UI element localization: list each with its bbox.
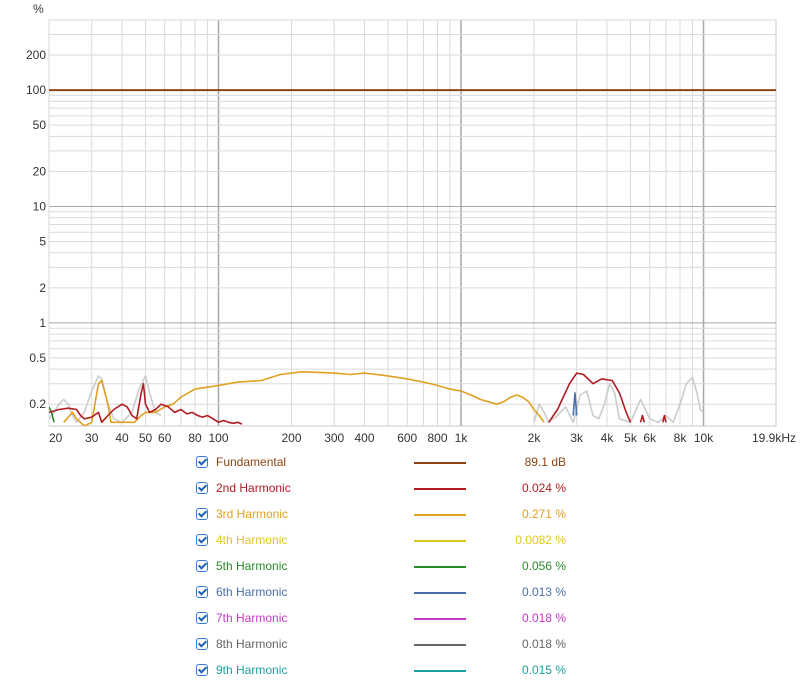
- y-tick-label: 2: [39, 281, 46, 295]
- checkbox-icon[interactable]: [196, 508, 208, 520]
- legend-row-9th-harmonic[interactable]: 9th Harmonic 0.015 %: [194, 660, 614, 686]
- y-axis-label: %: [33, 2, 44, 16]
- legend-swatch: [414, 514, 466, 516]
- x-tick-label: 10k: [694, 431, 714, 445]
- x-tick-label: 3k: [570, 431, 584, 445]
- x-tick-label: 200: [281, 431, 301, 445]
- legend-row-3rd-harmonic[interactable]: 3rd Harmonic 0.271 %: [194, 504, 614, 530]
- legend-label: 2nd Harmonic: [216, 481, 291, 495]
- legend-value: 0.056 %: [521, 559, 566, 573]
- legend-swatch: [414, 488, 466, 490]
- legend-swatch: [414, 644, 466, 646]
- legend-value: 0.015 %: [521, 663, 566, 677]
- legend-value: 89.1 dB: [524, 455, 566, 469]
- legend-swatch: [414, 592, 466, 594]
- legend-label: 7th Harmonic: [216, 611, 288, 625]
- x-tick-label: 30: [85, 431, 99, 445]
- legend-label: 8th Harmonic: [216, 637, 288, 651]
- y-tick-label: 200: [26, 48, 46, 62]
- checkbox-icon[interactable]: [196, 612, 208, 624]
- legend-swatch: [414, 566, 466, 568]
- x-tick-label: 20: [49, 431, 63, 445]
- plot-area: [48, 19, 777, 427]
- checkbox-icon[interactable]: [196, 456, 208, 468]
- legend: Fundamental 89.1 dB 2nd Harmonic 0.024 %…: [194, 452, 614, 686]
- y-tick-label: 5: [39, 235, 46, 249]
- y-tick-label: 0.2: [29, 397, 46, 411]
- x-tick-label: 19.9kHz: [752, 431, 796, 445]
- legend-row-fundamental[interactable]: Fundamental 89.1 dB: [194, 452, 614, 478]
- y-tick-label: 20: [33, 164, 47, 178]
- checkbox-icon[interactable]: [196, 586, 208, 598]
- legend-value: 0.271 %: [521, 507, 566, 521]
- harmonic-distortion-chart: 20 30 40 50 60 80 100 200 300 400 600 800 1k 2k 3k 4k 5k…: [26, 2, 796, 445]
- legend-label: 5th Harmonic: [216, 559, 288, 573]
- y-tick-label: 100: [26, 83, 46, 97]
- legend-value: 0.013 %: [521, 585, 566, 599]
- legend-label: 4th Harmonic: [216, 533, 288, 547]
- y-tick-label: 1: [39, 316, 46, 330]
- legend-row-4th-harmonic[interactable]: 4th Harmonic 0.0082 %: [194, 530, 614, 556]
- x-tick-label: 4k: [601, 431, 615, 445]
- x-tick-label: 600: [397, 431, 417, 445]
- legend-label: 9th Harmonic: [216, 663, 288, 677]
- x-tick-label: 2k: [528, 431, 542, 445]
- y-tick-label: 0.5: [29, 351, 46, 365]
- x-tick-label: 80: [188, 431, 202, 445]
- x-tick-label: 400: [354, 431, 374, 445]
- legend-swatch: [414, 540, 466, 542]
- legend-value: 0.024 %: [521, 481, 566, 495]
- legend-swatch: [414, 670, 466, 672]
- legend-value: 0.0082 %: [515, 533, 566, 547]
- legend-swatch: [414, 462, 466, 464]
- x-tick-label: 5k: [624, 431, 638, 445]
- legend-swatch: [414, 618, 466, 620]
- checkbox-icon[interactable]: [196, 560, 208, 572]
- checkbox-icon[interactable]: [196, 482, 208, 494]
- legend-row-6th-harmonic[interactable]: 6th Harmonic 0.013 %: [194, 582, 614, 608]
- checkbox-icon[interactable]: [196, 534, 208, 546]
- x-tick-label: 50: [139, 431, 153, 445]
- x-tick-label: 8k: [674, 431, 688, 445]
- x-tick-label: 300: [324, 431, 344, 445]
- legend-label: 3rd Harmonic: [216, 507, 289, 521]
- checkbox-icon[interactable]: [196, 638, 208, 650]
- legend-value: 0.018 %: [521, 637, 566, 651]
- x-tick-label: 800: [427, 431, 447, 445]
- x-tick-label: 1k: [455, 431, 469, 445]
- x-tick-label: 60: [158, 431, 172, 445]
- x-tick-label: 40: [115, 431, 129, 445]
- y-tick-label: 50: [33, 118, 47, 132]
- legend-value: 0.018 %: [521, 611, 566, 625]
- legend-row-5th-harmonic[interactable]: 5th Harmonic 0.056 %: [194, 556, 614, 582]
- x-tick-label: 100: [208, 431, 228, 445]
- y-tick-label: 10: [33, 199, 47, 213]
- legend-row-8th-harmonic[interactable]: 8th Harmonic 0.018 %: [194, 634, 614, 660]
- legend-row-7th-harmonic[interactable]: 7th Harmonic 0.018 %: [194, 608, 614, 634]
- legend-label: Fundamental: [216, 455, 287, 469]
- checkbox-icon[interactable]: [196, 664, 208, 676]
- legend-row-2nd-harmonic[interactable]: 2nd Harmonic 0.024 %: [194, 478, 614, 504]
- legend-label: 6th Harmonic: [216, 585, 288, 599]
- x-tick-label: 6k: [643, 431, 657, 445]
